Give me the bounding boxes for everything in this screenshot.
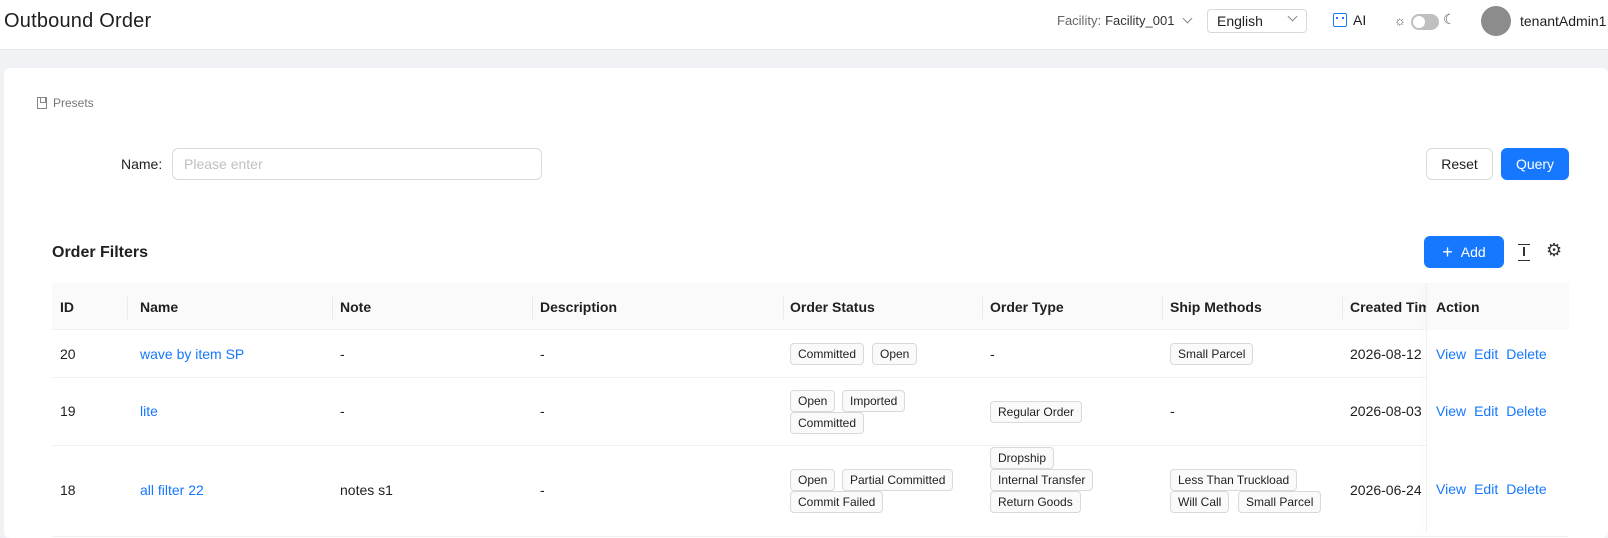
cell-note: notes s1: [340, 482, 393, 498]
status-tag: Partial Committed: [842, 469, 954, 491]
order-type-tag: Regular Order: [990, 401, 1083, 423]
theme-toggle[interactable]: [1411, 14, 1439, 30]
section-title: Order Filters: [52, 244, 149, 261]
plus-icon: +: [1442, 242, 1453, 262]
language-select[interactable]: English: [1207, 9, 1307, 33]
chevron-down-icon: [1182, 13, 1193, 24]
language-value: English: [1217, 13, 1263, 29]
column-header-order-status: Order Status: [790, 299, 875, 315]
cell-id: 19: [60, 403, 76, 419]
status-tag: Open: [790, 390, 836, 412]
column-divider: [982, 297, 983, 319]
column-divider: [1162, 297, 1163, 319]
cell-id: 20: [60, 346, 76, 362]
status-tag: Open: [790, 469, 836, 491]
cell-order-type: -: [990, 346, 995, 362]
cell-note: -: [340, 403, 345, 419]
facility-label: Facility:: [1057, 13, 1102, 28]
ai-button[interactable]: AI: [1333, 12, 1366, 28]
table-header: ID Name Note Description Order Status Or…: [52, 283, 1569, 330]
ship-method-tag: Will Call: [1170, 491, 1230, 513]
cell-name-link[interactable]: wave by item SP: [140, 346, 244, 362]
row-actions: View Edit Delete: [1436, 346, 1555, 362]
bookmark-icon: [37, 97, 47, 109]
add-label: Add: [1460, 244, 1486, 260]
column-divider: [1342, 297, 1343, 319]
column-header-description: Description: [540, 299, 618, 315]
column-header-name: Name: [140, 299, 179, 315]
column-header-id: ID: [60, 299, 74, 315]
ship-method-tag: Small Parcel: [1170, 343, 1254, 365]
status-tag: Open: [872, 343, 918, 365]
status-tag: Committed: [790, 412, 865, 434]
top-bar: Outbound Order Facility: Facility_001 En…: [0, 0, 1608, 50]
column-divider: [127, 297, 128, 319]
column-header-order-type: Order Type: [990, 299, 1064, 315]
cell-description: -: [540, 403, 545, 419]
cell-ship-methods: -: [1170, 403, 1175, 419]
ai-label: AI: [1353, 12, 1367, 28]
robot-icon: [1333, 13, 1347, 27]
username[interactable]: tenantAdmin1: [1520, 13, 1608, 29]
ship-method-tag: Small Parcel: [1238, 491, 1322, 513]
column-header-created-time: Created Time: [1350, 299, 1426, 315]
table-row: 19 lite - - Open Imported Committed Regu…: [52, 379, 1569, 446]
cell-created-time: 2026-08-03 2: [1350, 403, 1426, 419]
status-tag: Imported: [842, 390, 906, 412]
view-link[interactable]: View: [1436, 346, 1466, 362]
query-button[interactable]: Query: [1501, 148, 1569, 180]
add-button[interactable]: + Add: [1424, 236, 1504, 268]
status-tag: Commit Failed: [790, 491, 884, 513]
cell-description: -: [540, 482, 545, 498]
column-divider: [783, 297, 784, 319]
view-link[interactable]: View: [1436, 481, 1466, 497]
cell-created-time: 2026-08-12 1: [1350, 346, 1426, 362]
order-type-tag: Internal Transfer: [990, 469, 1094, 491]
table-row: 18 all filter 22 notes s1 - Open Partial…: [52, 447, 1569, 537]
name-label: Name:: [121, 156, 163, 172]
edit-link[interactable]: Edit: [1474, 481, 1498, 497]
row-actions: View Edit Delete: [1436, 481, 1555, 497]
cell-id: 18: [60, 482, 76, 498]
row-actions: View Edit Delete: [1436, 403, 1555, 419]
cell-note: -: [340, 346, 345, 362]
fixed-column-shadow: [1426, 283, 1427, 533]
delete-link[interactable]: Delete: [1506, 481, 1546, 497]
edit-link[interactable]: Edit: [1474, 346, 1498, 362]
cell-created-time: 2026-06-24 1: [1350, 482, 1426, 498]
column-divider: [332, 297, 333, 319]
delete-link[interactable]: Delete: [1506, 403, 1546, 419]
reset-button[interactable]: Reset: [1426, 148, 1493, 180]
presets-label: Presets: [53, 96, 94, 110]
order-type-tag: Return Goods: [990, 491, 1081, 513]
sun-icon: ☼: [1394, 13, 1406, 28]
column-height-icon[interactable]: [1518, 244, 1530, 261]
order-type-tag: Dropship: [990, 447, 1055, 469]
column-divider: [532, 297, 533, 319]
column-header-action: Action: [1436, 299, 1480, 315]
page-title: Outbound Order: [4, 10, 152, 32]
status-tag: Committed: [790, 343, 865, 365]
facility-value: Facility_001: [1105, 13, 1175, 28]
avatar[interactable]: [1481, 6, 1511, 36]
table-row: 20 wave by item SP - - Committed Open - …: [52, 331, 1569, 378]
delete-link[interactable]: Delete: [1506, 346, 1546, 362]
name-input[interactable]: [172, 148, 542, 180]
view-link[interactable]: View: [1436, 403, 1466, 419]
facility-selector[interactable]: Facility: Facility_001: [1057, 13, 1193, 28]
gear-icon[interactable]: ⚙: [1546, 240, 1562, 260]
presets-button[interactable]: Presets: [37, 96, 94, 110]
chevron-down-icon: [1287, 11, 1298, 22]
column-header-note: Note: [340, 299, 372, 315]
edit-link[interactable]: Edit: [1474, 403, 1498, 419]
column-header-ship-methods: Ship Methods: [1170, 299, 1262, 315]
cell-name-link[interactable]: all filter 22: [140, 482, 204, 498]
cell-description: -: [540, 346, 545, 362]
ship-method-tag: Less Than Truckload: [1170, 469, 1298, 491]
cell-name-link[interactable]: lite: [140, 403, 158, 419]
moon-icon: ☾: [1443, 11, 1456, 27]
